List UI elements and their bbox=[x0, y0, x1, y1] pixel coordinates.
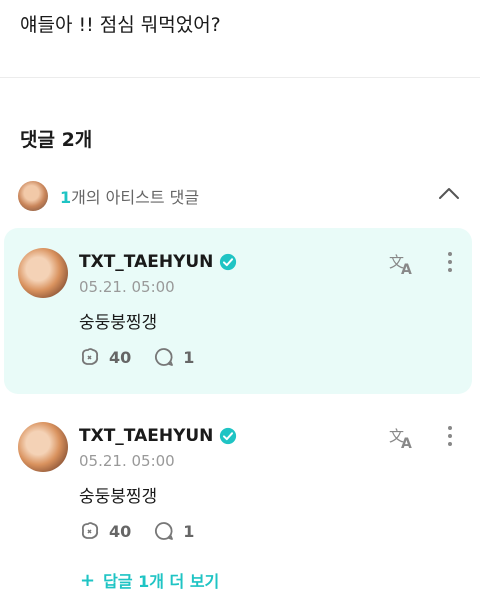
comment-text: 숭둥붕찡갱 bbox=[79, 487, 158, 507]
translate-icon[interactable]: 文 A bbox=[388, 252, 416, 276]
artist-comments-label: 1개의 아티스트 댓글 bbox=[60, 184, 199, 208]
like-icon bbox=[81, 348, 99, 365]
reply-count: 1 bbox=[183, 347, 195, 367]
artist-avatar bbox=[18, 181, 48, 211]
svg-text:A: A bbox=[401, 262, 412, 276]
comment-text: 숭둥붕찡갱 bbox=[79, 313, 158, 333]
author-name: TXT_TAEHYUN bbox=[79, 252, 214, 272]
like-count: 40 bbox=[109, 521, 132, 541]
verified-badge-icon bbox=[220, 253, 237, 271]
avatar[interactable] bbox=[18, 248, 68, 298]
post-text: 얘들아 !! 점심 뭐먹었어? bbox=[20, 14, 221, 36]
more-options-icon[interactable] bbox=[442, 252, 458, 276]
comments-count-title: 댓글 2개 bbox=[20, 129, 93, 151]
comment-actions: 40 1 bbox=[79, 346, 216, 368]
comment-date: 05.21. 05:00 bbox=[79, 278, 175, 296]
more-options-icon[interactable] bbox=[442, 426, 458, 450]
view-more-replies-label: 답글 1개 더 보기 bbox=[103, 572, 220, 591]
artist-comment-count: 1 bbox=[60, 188, 72, 207]
like-count: 40 bbox=[109, 347, 132, 367]
reply-count: 1 bbox=[183, 521, 195, 541]
comment-author[interactable]: TXT_TAEHYUN bbox=[79, 252, 237, 272]
comment-author[interactable]: TXT_TAEHYUN bbox=[79, 426, 237, 446]
verified-badge-icon bbox=[220, 427, 237, 445]
divider bbox=[0, 77, 480, 78]
reply-button[interactable]: 1 bbox=[153, 346, 194, 368]
like-button[interactable]: 40 bbox=[79, 346, 131, 368]
author-name: TXT_TAEHYUN bbox=[79, 426, 214, 446]
like-button[interactable]: 40 bbox=[79, 520, 131, 542]
reply-button[interactable]: 1 bbox=[153, 520, 194, 542]
like-icon bbox=[81, 522, 99, 539]
svg-text:A: A bbox=[401, 436, 412, 450]
artist-comments-text: 개의 아티스트 댓글 bbox=[71, 188, 200, 207]
avatar[interactable] bbox=[18, 422, 68, 472]
comment-card-highlighted: TXT_TAEHYUN 05.21. 05:00 숭둥붕찡갱 40 1 文 A bbox=[4, 228, 472, 394]
comment-card: TXT_TAEHYUN 05.21. 05:00 숭둥붕찡갱 40 1 文 A bbox=[4, 402, 472, 562]
comment-actions: 40 1 bbox=[79, 520, 216, 542]
reply-bubble-icon bbox=[155, 522, 174, 540]
chevron-up-icon[interactable] bbox=[438, 186, 460, 200]
view-more-replies-link[interactable]: + 답글 1개 더 보기 bbox=[80, 568, 219, 592]
comment-date: 05.21. 05:00 bbox=[79, 452, 175, 470]
translate-icon[interactable]: 文 A bbox=[388, 426, 416, 450]
reply-bubble-icon bbox=[155, 348, 174, 366]
plus-icon: + bbox=[80, 569, 96, 591]
artist-comments-toggle[interactable]: 1개의 아티스트 댓글 bbox=[18, 180, 464, 212]
